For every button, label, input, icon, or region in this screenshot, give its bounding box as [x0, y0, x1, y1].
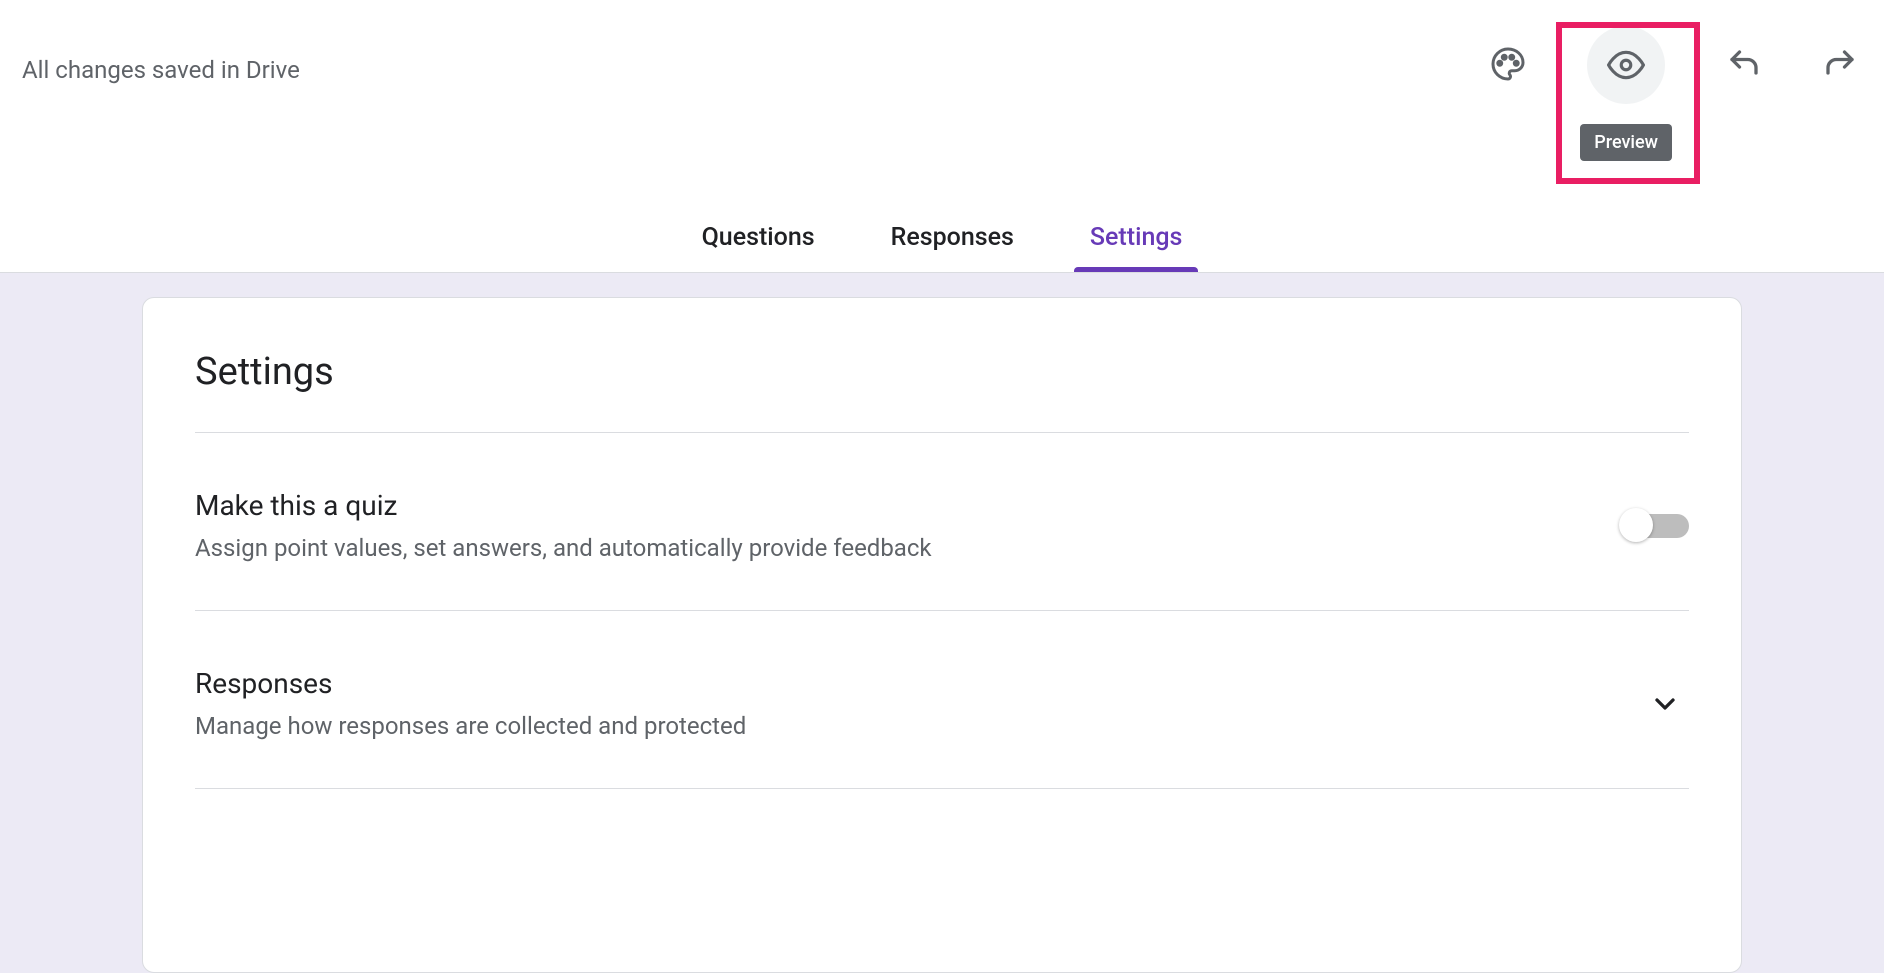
responses-title: Responses	[195, 667, 746, 700]
chevron-down-icon	[1649, 688, 1681, 720]
quiz-description: Assign point values, set answers, and au…	[195, 534, 932, 562]
tabs-nav: Questions Responses Settings	[0, 161, 1884, 273]
undo-button[interactable]	[1720, 40, 1768, 88]
preview-tooltip: Preview	[1580, 124, 1672, 161]
setting-row-responses: Responses Manage how responses are colle…	[195, 611, 1689, 789]
responses-expand-button[interactable]	[1641, 680, 1689, 728]
save-status: All changes saved in Drive	[22, 40, 300, 84]
quiz-title: Make this a quiz	[195, 489, 932, 522]
tab-responses[interactable]: Responses	[883, 211, 1022, 272]
eye-icon	[1607, 46, 1645, 84]
settings-card: Settings Make this a quiz Assign point v…	[142, 297, 1742, 973]
setting-row-quiz: Make this a quiz Assign point values, se…	[195, 433, 1689, 611]
preview-button[interactable]	[1587, 26, 1665, 104]
settings-title: Settings	[195, 350, 1689, 433]
redo-icon	[1822, 46, 1858, 82]
toolbar-right: Preview	[1484, 40, 1864, 161]
setting-text-responses: Responses Manage how responses are colle…	[195, 667, 746, 740]
toggle-knob	[1619, 508, 1653, 542]
redo-button[interactable]	[1816, 40, 1864, 88]
tab-settings[interactable]: Settings	[1082, 211, 1191, 272]
content-area: Settings Make this a quiz Assign point v…	[0, 273, 1884, 973]
undo-icon	[1726, 46, 1762, 82]
preview-button-container: Preview	[1580, 40, 1672, 161]
setting-text-quiz: Make this a quiz Assign point values, se…	[195, 489, 932, 562]
palette-icon	[1490, 46, 1526, 82]
top-bar: All changes saved in Drive Preview	[0, 0, 1884, 161]
responses-description: Manage how responses are collected and p…	[195, 712, 746, 740]
quiz-toggle[interactable]	[1625, 514, 1689, 538]
tab-questions[interactable]: Questions	[694, 211, 823, 272]
customize-theme-button[interactable]	[1484, 40, 1532, 88]
